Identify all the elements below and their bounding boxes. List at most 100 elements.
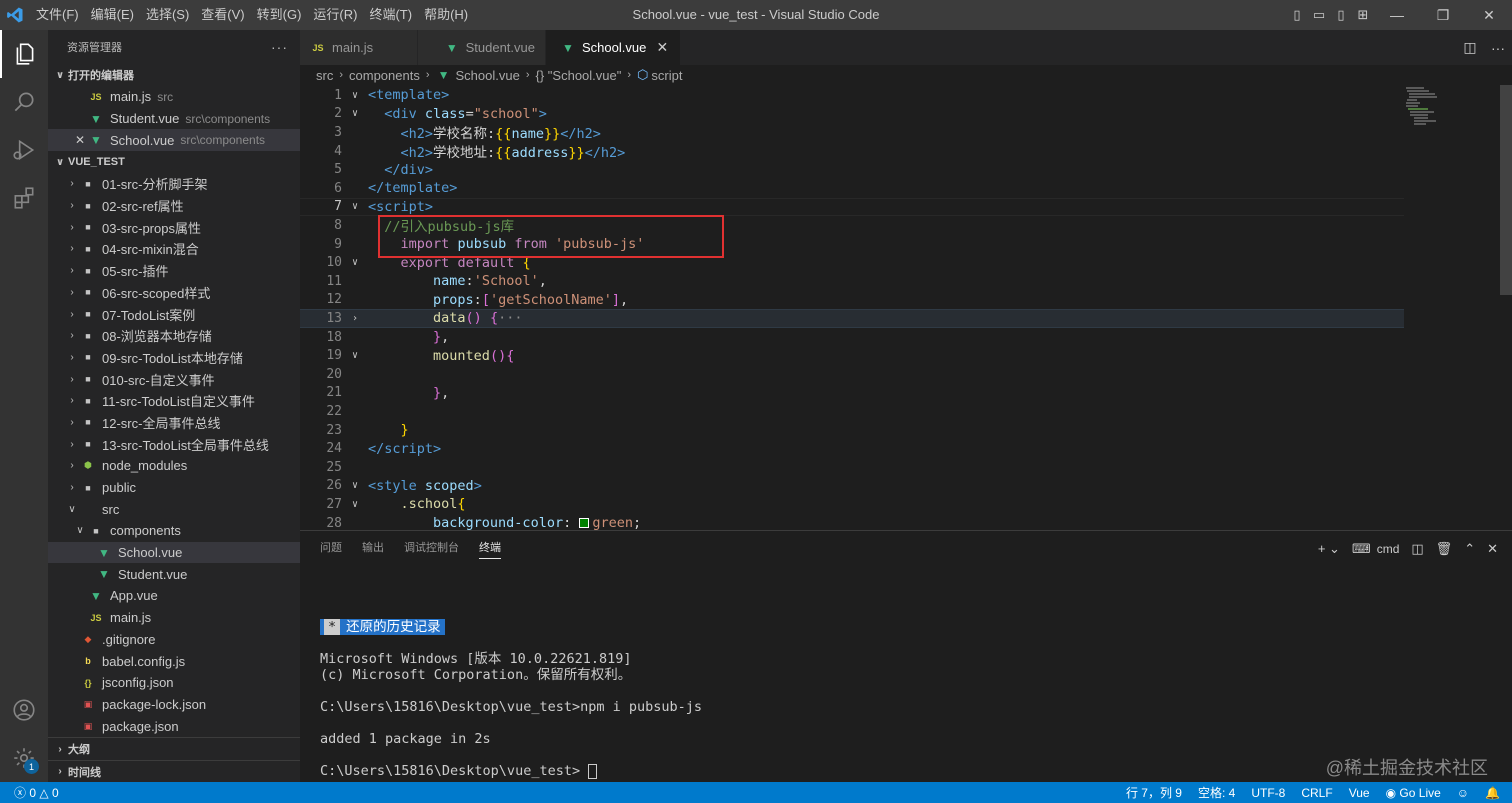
project-header[interactable]: ∨ VUE_TEST — [48, 151, 300, 173]
menu-edit[interactable]: 编辑(E) — [85, 0, 140, 30]
breadcrumb-script[interactable]: script — [651, 68, 682, 83]
minimap[interactable] — [1404, 85, 1500, 530]
tab-school-vue[interactable]: ▼ School.vue ✕ — [546, 30, 682, 65]
split-editor-icon[interactable]: ◫ — [1456, 39, 1484, 56]
close-editor-icon[interactable]: ✕ — [72, 133, 88, 147]
file-app-vue[interactable]: ▼ App.vue — [48, 585, 300, 607]
customize-layout-icon[interactable]: ⊞ — [1352, 0, 1374, 30]
open-editors-header[interactable]: ∨ 打开的编辑器 — [48, 64, 300, 86]
terminal-shell-label[interactable]: cmd — [1377, 542, 1406, 556]
fold-open-icon[interactable]: ∨ — [342, 257, 368, 268]
breadcrumb-file[interactable]: School.vue — [456, 68, 520, 83]
folder-item[interactable]: › ■ 05-src-插件 — [48, 260, 300, 282]
file-school-vue[interactable]: ▼ School.vue — [48, 541, 300, 564]
folder-item[interactable]: › ■ 06-src-scoped样式 — [48, 282, 300, 304]
folder-item[interactable]: › ■ 03-src-props属性 — [48, 216, 300, 238]
go-live-button[interactable]: ◉ Go Live — [1378, 786, 1449, 800]
file-package-json[interactable]: ▣ package.json — [48, 715, 300, 737]
toggle-panel-icon[interactable]: ▭ — [1308, 0, 1330, 30]
notifications-icon[interactable]: 🔔 — [1477, 786, 1508, 800]
timeline-header[interactable]: › 时间线 — [48, 760, 300, 782]
tab-main-js[interactable]: JS main.js — [300, 30, 418, 65]
code-editor[interactable]: 1 ∨ <template> 2 ∨ <div class="school"> 3 <… — [300, 85, 1512, 530]
search-icon[interactable] — [0, 78, 48, 126]
folder-item[interactable]: › ■ 08-浏览器本地存储 — [48, 325, 300, 347]
fold-closed-icon[interactable]: › — [342, 313, 368, 324]
folder-item[interactable]: › ■ 07-TodoList案例 — [48, 303, 300, 325]
file-jsconfig[interactable]: {} jsconfig.json — [48, 672, 300, 694]
close-tab-icon[interactable]: ✕ — [654, 39, 670, 56]
editor-scrollbar-thumb[interactable] — [1500, 85, 1512, 295]
more-tab-actions-icon[interactable]: ··· — [1484, 40, 1512, 56]
fold-open-icon[interactable]: ∨ — [342, 90, 368, 101]
close-panel-icon[interactable]: ✕ — [1481, 541, 1504, 557]
split-terminal-icon[interactable]: ◫ — [1405, 541, 1429, 557]
cursor-position[interactable]: 行 7，列 9 — [1118, 784, 1190, 801]
fold-open-icon[interactable]: ∨ — [342, 108, 368, 119]
toggle-secondary-sidebar-icon[interactable]: ▯ — [1330, 0, 1352, 30]
tab-terminal[interactable]: 终端 — [469, 531, 511, 566]
account-icon[interactable] — [0, 686, 48, 734]
extensions-icon[interactable] — [0, 174, 48, 222]
folder-item[interactable]: › ■ 11-src-TodoList自定义事件 — [48, 390, 300, 412]
menu-run[interactable]: 运行(R) — [307, 0, 363, 30]
folder-item[interactable]: › ■ 04-src-mixin混合 — [48, 238, 300, 260]
feedback-icon[interactable]: ☺ — [1449, 786, 1477, 800]
terminal-shell-icon[interactable]: ⌨ — [1346, 541, 1377, 557]
tab-debug-console[interactable]: 调试控制台 — [394, 531, 469, 566]
folder-item[interactable]: › ■ 01-src-分析脚手架 — [48, 173, 300, 195]
folder-node-modules[interactable]: › ⬢ node_modules — [48, 455, 300, 477]
new-terminal-icon[interactable]: + ⌄ — [1312, 541, 1346, 557]
folder-components[interactable]: ∨ ■ components — [48, 520, 300, 542]
color-swatch-icon[interactable] — [579, 518, 590, 529]
file-student-vue[interactable]: ▼ Student.vue — [48, 563, 300, 585]
fold-open-icon[interactable]: ∨ — [342, 350, 368, 361]
maximize-panel-icon[interactable]: ⌃ — [1458, 541, 1481, 557]
minimize-button[interactable]: — — [1374, 0, 1420, 30]
terminal-output[interactable]: * 还原的历史记录 Microsoft Windows [版本 10.0.2262… — [320, 619, 702, 779]
menu-go[interactable]: 转到(G) — [251, 0, 308, 30]
close-window-button[interactable]: ✕ — [1466, 0, 1512, 30]
fold-open-icon[interactable]: ∨ — [342, 480, 368, 491]
folder-item[interactable]: › ■ 09-src-TodoList本地存储 — [48, 347, 300, 369]
restore-button[interactable]: ❐ — [1420, 0, 1466, 30]
file-main-js[interactable]: JS main.js — [48, 607, 300, 629]
file-package-lock[interactable]: ▣ package-lock.json — [48, 694, 300, 716]
menu-help[interactable]: 帮助(H) — [418, 0, 474, 30]
breadcrumb-module[interactable]: {} "School.vue" — [536, 68, 622, 83]
outline-header[interactable]: › 大纲 — [48, 738, 300, 760]
menu-terminal[interactable]: 终端(T) — [363, 0, 418, 30]
menu-view[interactable]: 查看(V) — [195, 0, 250, 30]
folder-item[interactable]: › ■ 02-src-ref属性 — [48, 195, 300, 217]
open-editor-student-vue[interactable]: ▼ Student.vue src\components — [48, 108, 300, 130]
fold-open-icon[interactable]: ∨ — [342, 201, 368, 212]
trash-icon[interactable]: 🗑 — [1430, 541, 1459, 557]
menu-selection[interactable]: 选择(S) — [140, 0, 195, 30]
folder-item[interactable]: › ■ 12-src-全局事件总线 — [48, 412, 300, 434]
folder-src[interactable]: ∨ src — [48, 498, 300, 520]
open-editor-school-vue[interactable]: ✕ ▼ School.vue src\components — [48, 129, 300, 152]
tab-student-vue[interactable]: ▼ Student.vue — [418, 30, 546, 65]
run-debug-icon[interactable] — [0, 126, 48, 174]
menu-file[interactable]: 文件(F) — [30, 0, 85, 30]
explorer-icon[interactable] — [0, 30, 48, 78]
breadcrumb-components[interactable]: components — [349, 68, 420, 83]
folder-item[interactable]: › ■ 010-src-自定义事件 — [48, 368, 300, 390]
fold-open-icon[interactable]: ∨ — [342, 499, 368, 510]
breadcrumb-src[interactable]: src — [316, 68, 333, 83]
toggle-sidebar-icon[interactable]: ▯ — [1286, 0, 1308, 30]
settings-gear-icon[interactable]: 1 — [0, 734, 48, 782]
editor-scrollbar[interactable] — [1500, 85, 1512, 530]
file-gitignore[interactable]: ◆ .gitignore — [48, 629, 300, 651]
more-actions-icon[interactable]: ··· — [271, 39, 288, 55]
tab-problems[interactable]: 问题 — [310, 531, 352, 566]
language-mode[interactable]: Vue — [1341, 786, 1378, 800]
line-ending[interactable]: CRLF — [1293, 786, 1340, 800]
folder-item[interactable]: › ■ 13-src-TodoList全局事件总线 — [48, 433, 300, 455]
problems-status[interactable]: ⓧ 0 △ 0 — [10, 784, 67, 801]
tab-output[interactable]: 输出 — [352, 531, 394, 566]
indentation[interactable]: 空格: 4 — [1190, 784, 1243, 801]
encoding[interactable]: UTF-8 — [1243, 786, 1293, 800]
folder-public[interactable]: › ■ public — [48, 477, 300, 499]
file-babel-config[interactable]: b babel.config.js — [48, 650, 300, 672]
